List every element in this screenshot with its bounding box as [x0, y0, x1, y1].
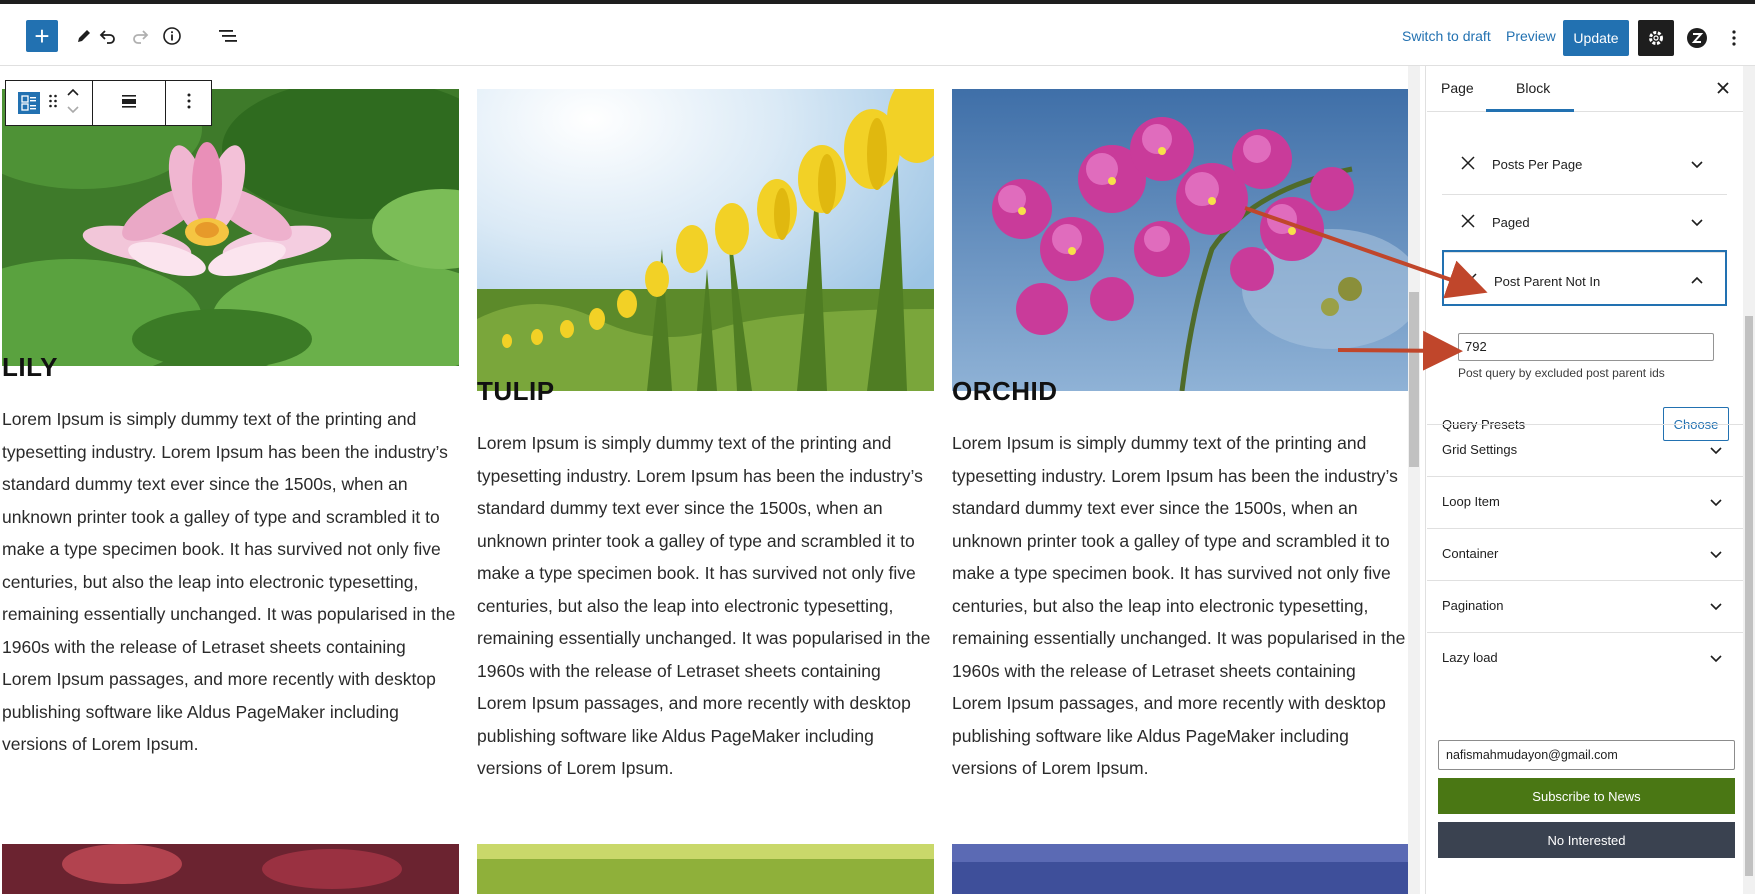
block-type-group — [6, 81, 94, 125]
panel-title: Lazy load — [1442, 650, 1498, 665]
active-tab-indicator — [1486, 109, 1574, 112]
tab-page[interactable]: Page — [1441, 80, 1474, 96]
info-icon[interactable] — [156, 20, 188, 52]
tab-block[interactable]: Block — [1516, 80, 1550, 96]
switch-to-draft-link[interactable]: Switch to draft — [1402, 28, 1491, 44]
panel-title: Loop Item — [1442, 494, 1500, 509]
chevron-down-icon[interactable] — [1709, 495, 1723, 514]
email-field[interactable]: nafismahmudayon@gmail.com — [1438, 740, 1735, 770]
chevron-down-icon[interactable] — [1709, 443, 1723, 462]
query-param-posts-per-page[interactable]: Posts Per Page — [1442, 135, 1727, 195]
more-options-icon[interactable] — [1718, 22, 1750, 54]
param-label: Paged — [1492, 215, 1530, 230]
redo-icon[interactable] — [124, 20, 156, 52]
param-label: Post Parent Not In — [1494, 274, 1601, 289]
tulip-image[interactable] — [477, 89, 934, 391]
drag-handle-icon[interactable] — [48, 93, 58, 114]
post-excerpt: Lorem Ipsum is simply dummy text of the … — [2, 409, 456, 754]
lily-image[interactable] — [2, 89, 459, 366]
panel-grid-settings[interactable]: Grid Settings — [1427, 424, 1743, 476]
remove-param-icon[interactable] — [1460, 155, 1476, 176]
chevron-down-icon[interactable] — [1709, 599, 1723, 618]
update-button[interactable]: Update — [1563, 20, 1629, 56]
panel-loop-item[interactable]: Loop Item — [1427, 476, 1743, 528]
post-title[interactable]: ORCHID — [952, 376, 1058, 407]
next-post-image[interactable] — [477, 844, 934, 894]
next-post-image[interactable] — [2, 844, 459, 894]
editor-canvas: LILY Lorem Ipsum is simply dummy text of… — [0, 66, 1420, 894]
remove-param-icon[interactable] — [1462, 272, 1478, 293]
more-vertical-icon — [186, 92, 192, 115]
add-block-button[interactable]: + — [26, 20, 58, 52]
no-interest-button[interactable]: No Interested — [1438, 822, 1735, 858]
canvas-scrollbar[interactable] — [1408, 66, 1420, 894]
panel-container[interactable]: Container — [1427, 528, 1743, 580]
subscribe-button[interactable]: Subscribe to News — [1438, 778, 1735, 814]
post-excerpt: Lorem Ipsum is simply dummy text of the … — [952, 433, 1406, 778]
remove-param-icon[interactable] — [1460, 213, 1476, 234]
undo-icon[interactable] — [92, 20, 124, 52]
grid-block-icon[interactable] — [18, 92, 41, 114]
block-toolbar — [5, 80, 212, 126]
close-sidebar-icon[interactable] — [1711, 76, 1735, 100]
post-title[interactable]: TULIP — [477, 376, 555, 407]
param-help-text: Post query by excluded post parent ids — [1458, 366, 1665, 380]
panel-title: Container — [1442, 546, 1499, 561]
chevron-down-icon[interactable] — [1709, 547, 1723, 566]
orchid-image[interactable] — [952, 89, 1409, 391]
post-card-tulip: TULIP Lorem Ipsum is simply dummy text o… — [477, 66, 934, 894]
sidebar-scrollbar[interactable] — [1743, 66, 1755, 894]
settings-sidebar: Page Block Posts Per Page Paged Post Par… — [1427, 66, 1755, 894]
chevron-down-icon[interactable] — [1709, 651, 1723, 670]
list-view-icon[interactable] — [212, 20, 244, 52]
post-card-lily: LILY Lorem Ipsum is simply dummy text of… — [2, 66, 459, 894]
panel-lazy-load[interactable]: Lazy load — [1427, 632, 1743, 684]
sidebar-tabs: Page Block — [1427, 66, 1743, 112]
align-button[interactable] — [93, 81, 167, 125]
sidebar-divider — [1420, 66, 1426, 894]
settings-gear-icon[interactable] — [1638, 20, 1674, 56]
next-post-image[interactable] — [952, 844, 1409, 894]
align-center-icon — [120, 92, 138, 115]
preview-link[interactable]: Preview — [1506, 28, 1556, 44]
post-card-orchid: ORCHID Lorem Ipsum is simply dummy text … — [952, 66, 1409, 894]
sidebar-scroll-thumb[interactable] — [1745, 316, 1753, 876]
panel-pagination[interactable]: Pagination — [1427, 580, 1743, 632]
panel-title: Pagination — [1442, 598, 1504, 613]
block-options-button[interactable] — [166, 81, 211, 125]
editor-top-toolbar: + Switch to draft Preview Update — [0, 0, 1755, 66]
chevron-down-icon[interactable] — [1690, 215, 1704, 234]
chevron-up-icon[interactable] — [1690, 274, 1704, 293]
post-parent-not-in-input[interactable]: 792 — [1458, 333, 1714, 361]
query-param-post-parent-not-in[interactable]: Post Parent Not In — [1442, 250, 1727, 306]
param-label: Posts Per Page — [1492, 157, 1583, 172]
query-param-paged[interactable]: Paged — [1442, 193, 1727, 253]
chevron-down-icon[interactable] — [1690, 157, 1704, 176]
post-excerpt: Lorem Ipsum is simply dummy text of the … — [477, 433, 931, 778]
panel-title: Grid Settings — [1442, 442, 1518, 457]
move-up-down-icon[interactable] — [66, 86, 80, 121]
post-title[interactable]: LILY — [2, 352, 58, 383]
canvas-scroll-thumb[interactable] — [1409, 292, 1419, 467]
plugin-logo-icon[interactable] — [1681, 22, 1713, 54]
